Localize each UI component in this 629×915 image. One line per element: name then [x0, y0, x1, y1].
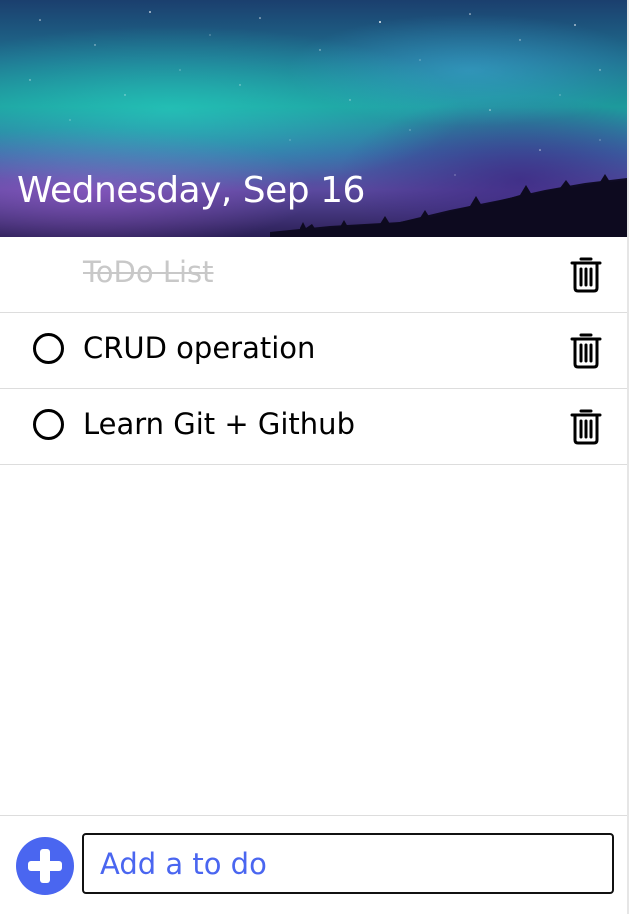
todo-item: ToDo List — [0, 237, 627, 313]
circle-outline-icon[interactable] — [33, 333, 64, 364]
plus-circle-icon — [28, 849, 62, 883]
todo-list: ToDo List CRUD operation Learn Git + Git… — [0, 237, 627, 465]
header-banner: Wednesday, Sep 16 — [0, 0, 627, 237]
add-todo-bar — [0, 815, 627, 915]
circle-outline-icon[interactable] — [33, 409, 64, 440]
todo-item-text[interactable]: CRUD operation — [83, 328, 315, 368]
trash-icon[interactable] — [569, 407, 603, 445]
todo-item-text[interactable]: ToDo List — [83, 252, 214, 292]
trash-icon[interactable] — [569, 331, 603, 369]
todo-app: Wednesday, Sep 16 ToDo List CRUD operati… — [0, 0, 629, 914]
todo-item-text[interactable]: Learn Git + Github — [83, 404, 355, 444]
todo-item: CRUD operation — [0, 313, 627, 389]
trash-icon[interactable] — [569, 255, 603, 293]
date-heading: Wednesday, Sep 16 — [17, 170, 365, 211]
add-todo-button[interactable] — [16, 837, 74, 895]
todo-item: Learn Git + Github — [0, 389, 627, 465]
add-todo-input[interactable] — [82, 833, 614, 894]
